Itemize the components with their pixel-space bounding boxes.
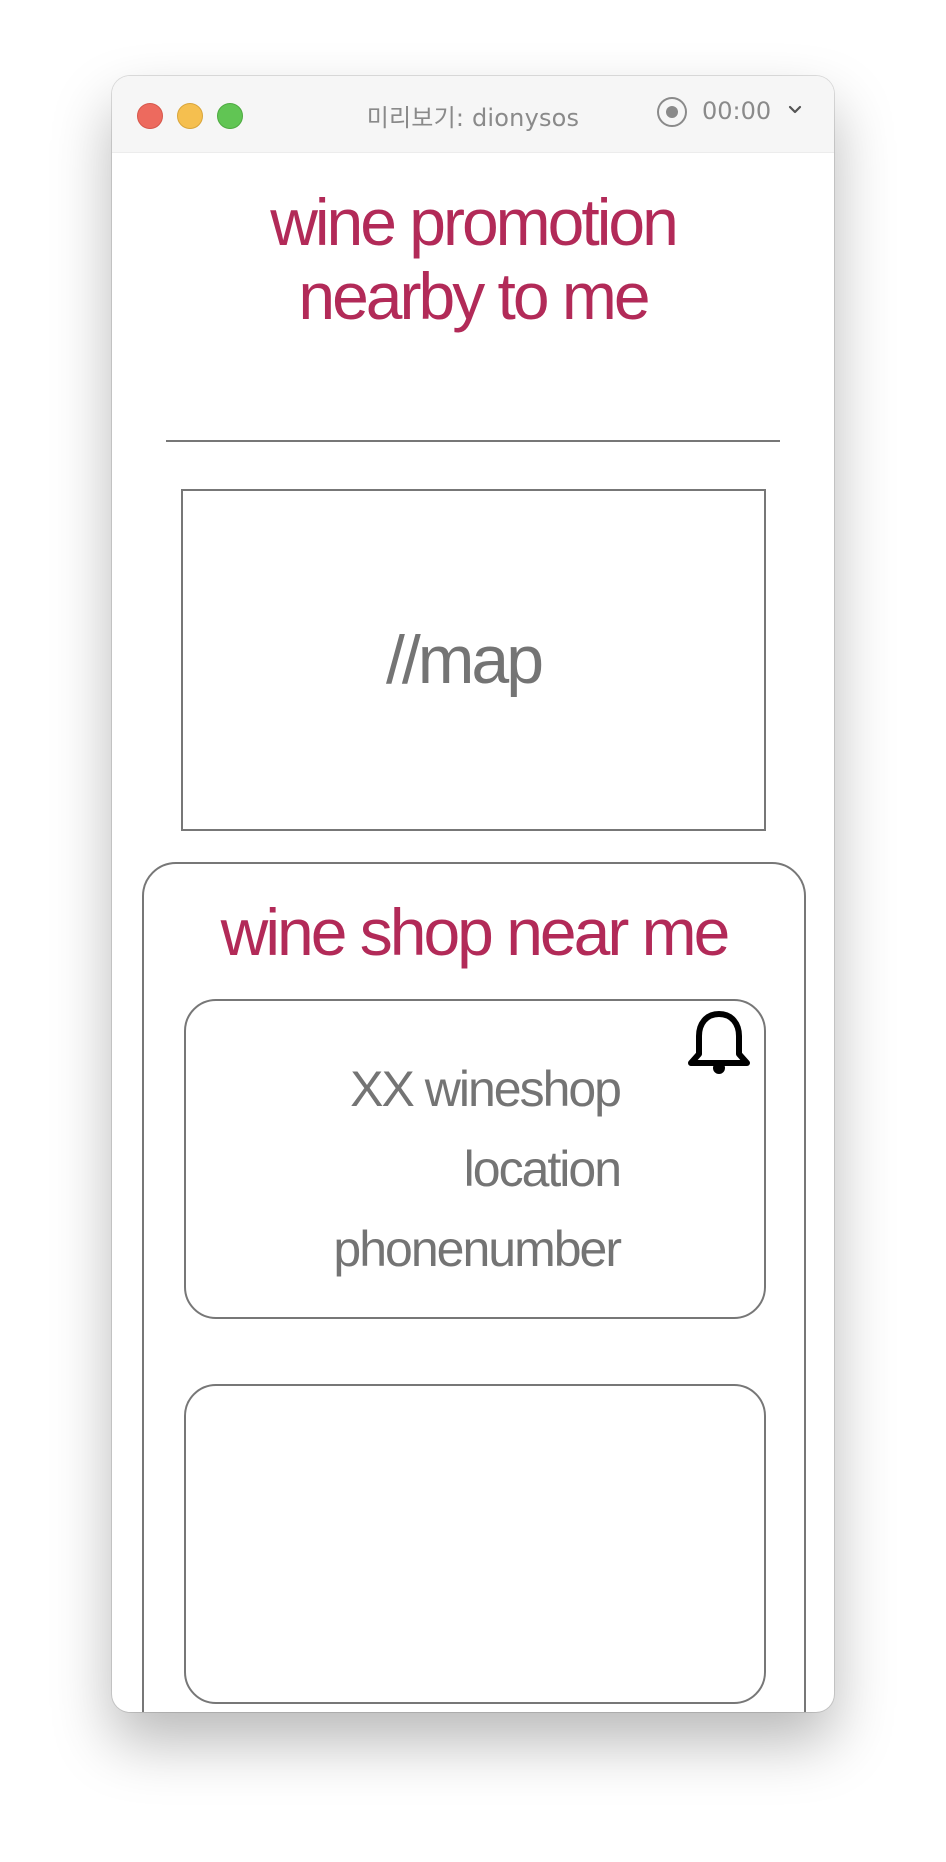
shop-name: XX wineshop	[350, 1061, 622, 1117]
shop-location: location	[463, 1141, 622, 1197]
window-titlebar: 미리보기: dionysos 00:00	[112, 76, 834, 153]
recording-time: 00:00	[702, 97, 772, 125]
shop-card-details: XX wineshop location phonenumber	[333, 1049, 622, 1289]
record-icon	[657, 97, 687, 127]
section-title: wine shop near me	[220, 895, 731, 969]
map-placeholder: //map	[385, 622, 544, 698]
app-window: 미리보기: dionysos 00:00 wine promotion near…	[112, 76, 834, 1712]
page-content: wine promotion nearby to me //map wine s…	[112, 153, 834, 1712]
page-title: wine promotion nearby to me	[112, 185, 834, 333]
shop-card-empty[interactable]	[184, 1384, 766, 1704]
recording-control[interactable]: 00:00	[657, 94, 807, 134]
shop-card[interactable]: XX wineshop location phonenumber	[184, 999, 766, 1319]
wine-shop-panel: wine shop near me XX wineshop location p…	[142, 862, 806, 1712]
page-title-line-2: nearby to me	[298, 259, 650, 333]
header-divider	[166, 440, 780, 442]
shop-phone: phonenumber	[333, 1221, 622, 1277]
map-area[interactable]: //map	[181, 489, 766, 831]
chevron-down-icon[interactable]	[787, 102, 803, 118]
bell-icon[interactable]	[684, 1008, 754, 1080]
page-title-line-1: wine promotion	[270, 185, 679, 259]
